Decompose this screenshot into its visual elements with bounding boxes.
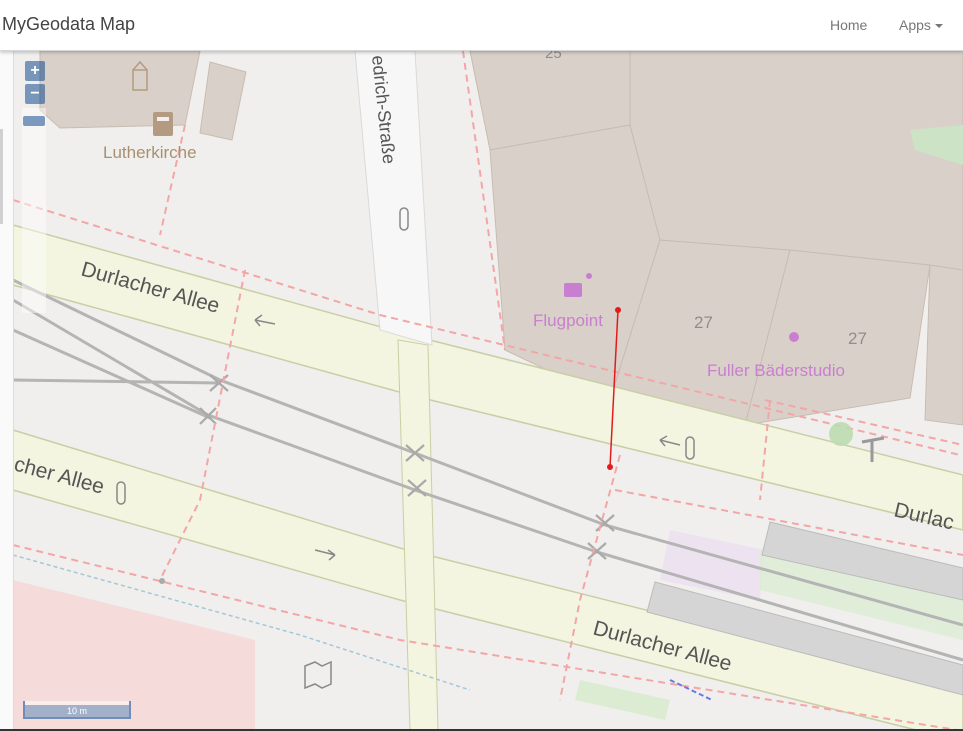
sidebar-toggle-tab[interactable] — [0, 129, 3, 224]
measure-point — [607, 464, 613, 470]
zoom-in-button[interactable]: + — [25, 61, 45, 81]
label-church: Lutherkirche — [103, 143, 197, 162]
measure-point — [615, 307, 621, 313]
zoom-out-button[interactable]: − — [25, 84, 45, 104]
building — [39, 51, 201, 129]
nav-apps-label: Apps — [899, 17, 931, 33]
map-layer: Lutherkirche edrich-Straße Durlacher All… — [12, 51, 963, 731]
zoom-slider-track[interactable] — [22, 108, 46, 313]
tree-icon — [829, 422, 853, 446]
zoom-slider-thumb[interactable] — [23, 116, 45, 126]
app-brand[interactable]: MyGeodata Map — [2, 14, 135, 35]
building — [199, 61, 247, 141]
church-icon — [153, 112, 173, 136]
nav-apps-dropdown[interactable]: Apps — [899, 17, 943, 33]
scale-label: 10 m — [25, 705, 129, 717]
navbar: MyGeodata Map Home Apps — [0, 0, 963, 51]
label-housenumber: 27 — [694, 313, 713, 332]
label-flugpoint: Flugpoint — [533, 311, 603, 330]
nav-home-link[interactable]: Home — [830, 17, 867, 33]
building — [924, 264, 963, 426]
label-housenumber: 27 — [848, 329, 867, 348]
road — [354, 51, 433, 346]
label-housenumber: 25 — [545, 51, 562, 62]
landuse-area — [575, 680, 670, 720]
map-canvas[interactable]: Lutherkirche edrich-Straße Durlacher All… — [0, 51, 963, 731]
scale-bar: 10 m — [23, 701, 131, 719]
caret-down-icon — [934, 24, 943, 29]
point-marker — [159, 578, 165, 584]
map-board-icon — [304, 660, 332, 690]
shop-icon — [789, 332, 799, 342]
label-fuller: Fuller Bäderstudio — [707, 361, 845, 380]
sidebar-edge[interactable] — [0, 51, 14, 731]
